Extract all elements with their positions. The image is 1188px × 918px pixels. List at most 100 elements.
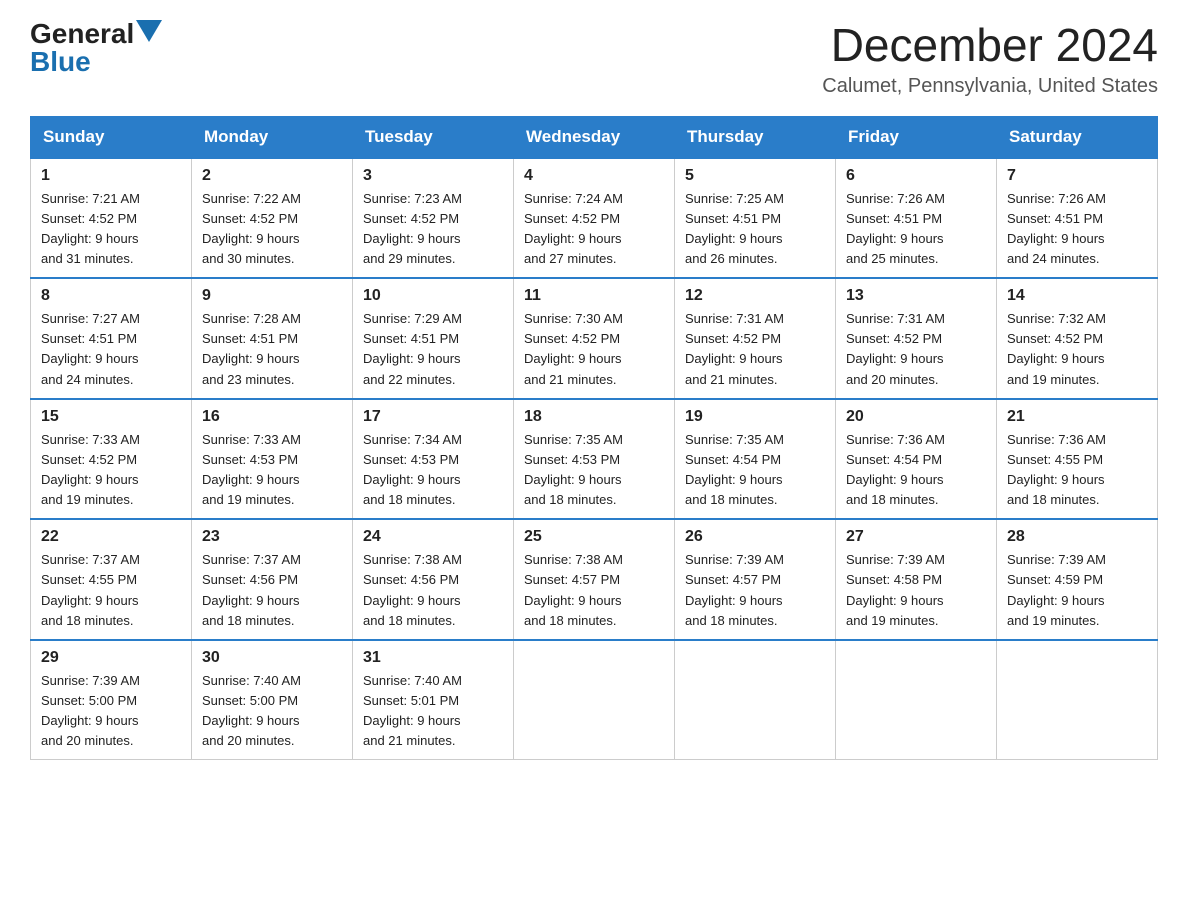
day-number: 31 (363, 649, 503, 667)
day-info: Sunrise: 7:39 AM Sunset: 4:57 PM Dayligh… (685, 550, 825, 631)
calendar-cell: 12 Sunrise: 7:31 AM Sunset: 4:52 PM Dayl… (675, 278, 836, 399)
day-number: 6 (846, 167, 986, 185)
location-title: Calumet, Pennsylvania, United States (822, 75, 1158, 98)
day-number: 3 (363, 167, 503, 185)
weekday-header-friday: Friday (836, 116, 997, 158)
day-number: 30 (202, 649, 342, 667)
calendar-cell (836, 640, 997, 760)
day-info: Sunrise: 7:36 AM Sunset: 4:54 PM Dayligh… (846, 430, 986, 511)
day-info: Sunrise: 7:37 AM Sunset: 4:55 PM Dayligh… (41, 550, 181, 631)
day-info: Sunrise: 7:31 AM Sunset: 4:52 PM Dayligh… (846, 309, 986, 390)
day-info: Sunrise: 7:26 AM Sunset: 4:51 PM Dayligh… (1007, 189, 1147, 270)
day-number: 23 (202, 528, 342, 546)
calendar-cell: 21 Sunrise: 7:36 AM Sunset: 4:55 PM Dayl… (997, 399, 1158, 520)
calendar-cell: 13 Sunrise: 7:31 AM Sunset: 4:52 PM Dayl… (836, 278, 997, 399)
calendar-cell: 18 Sunrise: 7:35 AM Sunset: 4:53 PM Dayl… (514, 399, 675, 520)
calendar-cell: 24 Sunrise: 7:38 AM Sunset: 4:56 PM Dayl… (353, 519, 514, 640)
day-info: Sunrise: 7:39 AM Sunset: 4:58 PM Dayligh… (846, 550, 986, 631)
calendar-cell (675, 640, 836, 760)
calendar-cell: 9 Sunrise: 7:28 AM Sunset: 4:51 PM Dayli… (192, 278, 353, 399)
calendar-cell: 27 Sunrise: 7:39 AM Sunset: 4:58 PM Dayl… (836, 519, 997, 640)
day-info: Sunrise: 7:28 AM Sunset: 4:51 PM Dayligh… (202, 309, 342, 390)
calendar-cell: 23 Sunrise: 7:37 AM Sunset: 4:56 PM Dayl… (192, 519, 353, 640)
day-info: Sunrise: 7:32 AM Sunset: 4:52 PM Dayligh… (1007, 309, 1147, 390)
calendar-cell: 26 Sunrise: 7:39 AM Sunset: 4:57 PM Dayl… (675, 519, 836, 640)
day-info: Sunrise: 7:21 AM Sunset: 4:52 PM Dayligh… (41, 189, 181, 270)
day-number: 28 (1007, 528, 1147, 546)
calendar-table: SundayMondayTuesdayWednesdayThursdayFrid… (30, 116, 1158, 761)
day-info: Sunrise: 7:31 AM Sunset: 4:52 PM Dayligh… (685, 309, 825, 390)
day-info: Sunrise: 7:36 AM Sunset: 4:55 PM Dayligh… (1007, 430, 1147, 511)
day-info: Sunrise: 7:38 AM Sunset: 4:57 PM Dayligh… (524, 550, 664, 631)
logo-arrow-icon (136, 20, 162, 42)
day-number: 11 (524, 287, 664, 305)
day-info: Sunrise: 7:30 AM Sunset: 4:52 PM Dayligh… (524, 309, 664, 390)
weekday-header-tuesday: Tuesday (353, 116, 514, 158)
calendar-cell: 29 Sunrise: 7:39 AM Sunset: 5:00 PM Dayl… (31, 640, 192, 760)
day-info: Sunrise: 7:40 AM Sunset: 5:01 PM Dayligh… (363, 671, 503, 752)
day-number: 27 (846, 528, 986, 546)
calendar-cell: 8 Sunrise: 7:27 AM Sunset: 4:51 PM Dayli… (31, 278, 192, 399)
day-number: 8 (41, 287, 181, 305)
day-info: Sunrise: 7:23 AM Sunset: 4:52 PM Dayligh… (363, 189, 503, 270)
weekday-header-thursday: Thursday (675, 116, 836, 158)
day-number: 13 (846, 287, 986, 305)
week-row-4: 22 Sunrise: 7:37 AM Sunset: 4:55 PM Dayl… (31, 519, 1158, 640)
calendar-cell: 28 Sunrise: 7:39 AM Sunset: 4:59 PM Dayl… (997, 519, 1158, 640)
day-number: 22 (41, 528, 181, 546)
day-number: 10 (363, 287, 503, 305)
day-number: 16 (202, 408, 342, 426)
day-number: 17 (363, 408, 503, 426)
day-info: Sunrise: 7:27 AM Sunset: 4:51 PM Dayligh… (41, 309, 181, 390)
calendar-cell: 4 Sunrise: 7:24 AM Sunset: 4:52 PM Dayli… (514, 158, 675, 279)
week-row-2: 8 Sunrise: 7:27 AM Sunset: 4:51 PM Dayli… (31, 278, 1158, 399)
calendar-cell: 7 Sunrise: 7:26 AM Sunset: 4:51 PM Dayli… (997, 158, 1158, 279)
day-number: 14 (1007, 287, 1147, 305)
day-info: Sunrise: 7:35 AM Sunset: 4:54 PM Dayligh… (685, 430, 825, 511)
weekday-header-saturday: Saturday (997, 116, 1158, 158)
calendar-cell: 14 Sunrise: 7:32 AM Sunset: 4:52 PM Dayl… (997, 278, 1158, 399)
page-header: General Blue December 2024 Calumet, Penn… (30, 20, 1158, 98)
week-row-5: 29 Sunrise: 7:39 AM Sunset: 5:00 PM Dayl… (31, 640, 1158, 760)
weekday-header-wednesday: Wednesday (514, 116, 675, 158)
calendar-cell (514, 640, 675, 760)
weekday-header-row: SundayMondayTuesdayWednesdayThursdayFrid… (31, 116, 1158, 158)
title-block: December 2024 Calumet, Pennsylvania, Uni… (822, 20, 1158, 98)
day-number: 21 (1007, 408, 1147, 426)
calendar-cell: 6 Sunrise: 7:26 AM Sunset: 4:51 PM Dayli… (836, 158, 997, 279)
weekday-header-monday: Monday (192, 116, 353, 158)
calendar-cell (997, 640, 1158, 760)
calendar-cell: 30 Sunrise: 7:40 AM Sunset: 5:00 PM Dayl… (192, 640, 353, 760)
week-row-3: 15 Sunrise: 7:33 AM Sunset: 4:52 PM Dayl… (31, 399, 1158, 520)
day-number: 5 (685, 167, 825, 185)
day-number: 1 (41, 167, 181, 185)
calendar-cell: 5 Sunrise: 7:25 AM Sunset: 4:51 PM Dayli… (675, 158, 836, 279)
calendar-cell: 19 Sunrise: 7:35 AM Sunset: 4:54 PM Dayl… (675, 399, 836, 520)
day-info: Sunrise: 7:39 AM Sunset: 5:00 PM Dayligh… (41, 671, 181, 752)
day-number: 29 (41, 649, 181, 667)
logo-blue-text: Blue (30, 48, 91, 76)
calendar-cell: 11 Sunrise: 7:30 AM Sunset: 4:52 PM Dayl… (514, 278, 675, 399)
day-number: 18 (524, 408, 664, 426)
month-title: December 2024 (822, 20, 1158, 71)
day-info: Sunrise: 7:38 AM Sunset: 4:56 PM Dayligh… (363, 550, 503, 631)
day-info: Sunrise: 7:37 AM Sunset: 4:56 PM Dayligh… (202, 550, 342, 631)
calendar-cell: 2 Sunrise: 7:22 AM Sunset: 4:52 PM Dayli… (192, 158, 353, 279)
logo: General Blue (30, 20, 162, 76)
day-info: Sunrise: 7:34 AM Sunset: 4:53 PM Dayligh… (363, 430, 503, 511)
day-info: Sunrise: 7:25 AM Sunset: 4:51 PM Dayligh… (685, 189, 825, 270)
day-number: 24 (363, 528, 503, 546)
day-number: 9 (202, 287, 342, 305)
calendar-cell: 15 Sunrise: 7:33 AM Sunset: 4:52 PM Dayl… (31, 399, 192, 520)
day-number: 4 (524, 167, 664, 185)
day-number: 7 (1007, 167, 1147, 185)
day-info: Sunrise: 7:29 AM Sunset: 4:51 PM Dayligh… (363, 309, 503, 390)
calendar-cell: 16 Sunrise: 7:33 AM Sunset: 4:53 PM Dayl… (192, 399, 353, 520)
calendar-cell: 25 Sunrise: 7:38 AM Sunset: 4:57 PM Dayl… (514, 519, 675, 640)
day-info: Sunrise: 7:40 AM Sunset: 5:00 PM Dayligh… (202, 671, 342, 752)
calendar-cell: 10 Sunrise: 7:29 AM Sunset: 4:51 PM Dayl… (353, 278, 514, 399)
calendar-cell: 22 Sunrise: 7:37 AM Sunset: 4:55 PM Dayl… (31, 519, 192, 640)
day-info: Sunrise: 7:22 AM Sunset: 4:52 PM Dayligh… (202, 189, 342, 270)
day-info: Sunrise: 7:24 AM Sunset: 4:52 PM Dayligh… (524, 189, 664, 270)
calendar-cell: 31 Sunrise: 7:40 AM Sunset: 5:01 PM Dayl… (353, 640, 514, 760)
